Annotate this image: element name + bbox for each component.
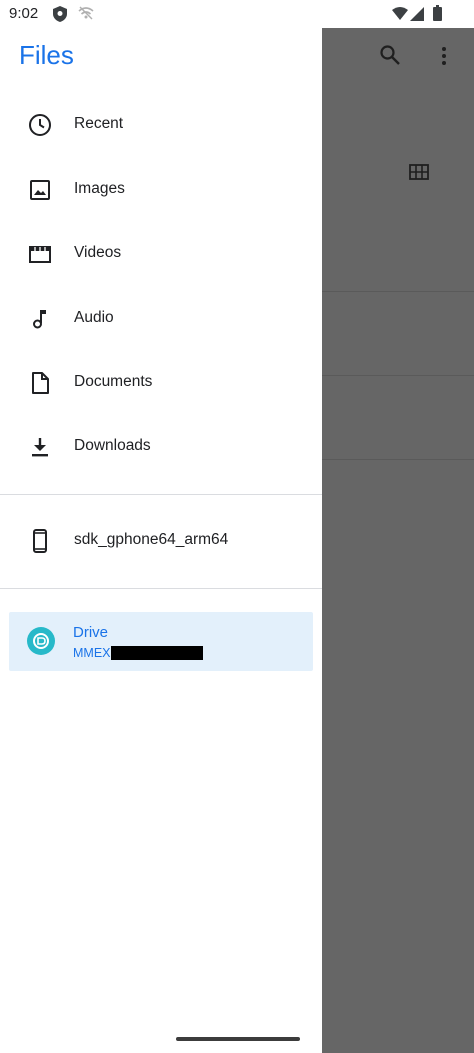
clock-icon bbox=[28, 113, 52, 137]
download-icon bbox=[28, 435, 52, 459]
document-icon bbox=[28, 371, 52, 395]
image-icon bbox=[28, 178, 52, 202]
battery-icon bbox=[433, 5, 442, 26]
drive-icon bbox=[27, 627, 55, 655]
music-note-icon bbox=[28, 307, 52, 331]
navigation-drawer: Files Recent Images Videos Audio Documen… bbox=[0, 28, 322, 1053]
nav-item-label: Downloads bbox=[74, 437, 151, 454]
nav-item-label: Images bbox=[74, 180, 125, 197]
background-divider bbox=[322, 375, 474, 376]
nav-item-images[interactable]: Images bbox=[0, 166, 322, 214]
nav-item-label: Audio bbox=[74, 309, 114, 326]
background-divider bbox=[322, 291, 474, 292]
nav-item-device[interactable]: sdk_gphone64_arm64 bbox=[0, 517, 322, 565]
phone-icon bbox=[28, 529, 52, 553]
status-time: 9:02 bbox=[9, 5, 39, 22]
drive-label: Drive bbox=[73, 624, 109, 641]
search-icon[interactable] bbox=[379, 44, 401, 71]
nav-item-downloads[interactable]: Downloads bbox=[0, 423, 322, 471]
drawer-title: Files bbox=[19, 40, 74, 70]
divider bbox=[0, 494, 322, 495]
more-vert-icon[interactable] bbox=[441, 46, 447, 71]
nav-item-label: Recent bbox=[74, 115, 124, 132]
status-bar: 9:02 bbox=[0, 0, 474, 28]
redaction-bar bbox=[110, 646, 203, 660]
drive-account: MMEX bbox=[73, 646, 203, 660]
nav-item-drive[interactable]: Drive MMEX bbox=[9, 612, 313, 671]
wifi-icon bbox=[392, 7, 408, 25]
nav-item-documents[interactable]: Documents bbox=[0, 359, 322, 407]
nav-item-videos[interactable]: Videos bbox=[0, 230, 322, 278]
nav-item-label: Videos bbox=[74, 244, 122, 261]
nav-item-label: Documents bbox=[74, 373, 153, 390]
background-divider bbox=[322, 459, 474, 460]
shield-icon bbox=[53, 6, 67, 27]
signal-icon bbox=[410, 7, 424, 26]
nav-item-audio[interactable]: Audio bbox=[0, 295, 322, 343]
nav-item-recent[interactable]: Recent bbox=[0, 101, 322, 149]
divider bbox=[0, 588, 322, 589]
wifi-off-icon bbox=[78, 6, 94, 25]
home-gesture-handle[interactable] bbox=[176, 1037, 300, 1041]
grid-view-icon[interactable] bbox=[409, 164, 429, 185]
scrim-overlay[interactable] bbox=[322, 28, 474, 1053]
nav-item-label: sdk_gphone64_arm64 bbox=[74, 531, 229, 548]
video-icon bbox=[28, 242, 52, 266]
